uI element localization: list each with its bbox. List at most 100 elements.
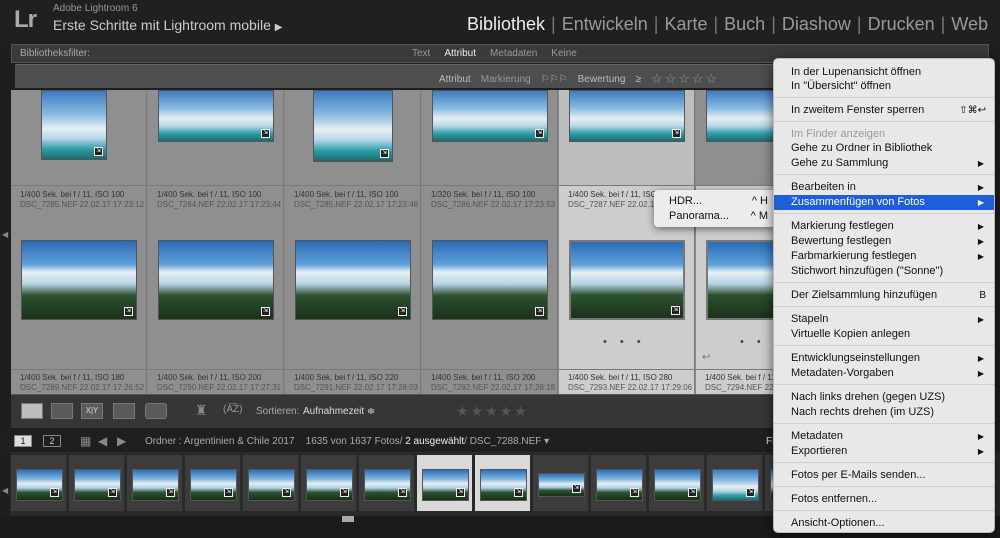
menu-item-exportieren[interactable]: Exportieren ▶: [774, 444, 994, 459]
photo-thumbnail[interactable]: ⇲: [569, 240, 685, 320]
module-bibliothek[interactable]: Bibliothek: [461, 14, 551, 35]
loupe-view-button[interactable]: [51, 403, 73, 419]
forward-arrow-icon[interactable]: ▶: [117, 434, 126, 448]
second-window-button[interactable]: 2: [43, 435, 61, 447]
people-view-button[interactable]: [145, 403, 167, 419]
menu-item-panorama[interactable]: Panorama... ^ M: [654, 209, 778, 223]
menu-item-stapeln[interactable]: Stapeln ▶: [774, 312, 994, 327]
grid-cell[interactable]: 1/400 Sek. bei f / 11, ISO 200DSC_7294.N…: [696, 370, 780, 394]
rating-stars[interactable]: ☆☆☆☆☆: [651, 71, 719, 87]
menu-item-metadaten[interactable]: Metadaten ▶: [774, 429, 994, 444]
sort-select[interactable]: Aufnahmezeit ≑: [303, 406, 375, 417]
filmstrip-thumbnail[interactable]: ⇲: [190, 469, 237, 501]
grid-cell[interactable]: 1/320 Sek. bei f / 11, ISO 100 DSC_7286.N…: [422, 186, 558, 370]
survey-view-button[interactable]: [113, 403, 135, 419]
filmstrip-thumbnail[interactable]: ⇲: [596, 469, 643, 501]
filmstrip-thumbnail[interactable]: ⇲: [480, 469, 527, 501]
menu-item-markierung-festlegen[interactable]: Markierung festlegen ▶: [774, 219, 994, 234]
filmstrip-cell[interactable]: ⇲: [706, 454, 763, 512]
filmstrip-thumbnail[interactable]: ⇲: [538, 473, 585, 497]
sort-direction-icon[interactable]: (A͞Z): [223, 404, 242, 415]
grid-cell[interactable]: ⇲: [11, 90, 147, 186]
menu-item-in-zweitem-fenster-sperren[interactable]: In zweitem Fenster sperren ⇧⌘↩: [774, 103, 994, 118]
menu-item-metadaten-vorgaben[interactable]: Metadaten-Vorgaben ▶: [774, 366, 994, 381]
menu-item-nach-rechts-drehen-im-uzs[interactable]: Nach rechts drehen (im UZS): [774, 405, 994, 420]
filmstrip-cell[interactable]: ⇲: [184, 454, 241, 512]
filmstrip-thumbnail[interactable]: ⇲: [712, 469, 759, 501]
grid-view-button[interactable]: [21, 403, 43, 419]
menu-item-zusammenfügen-von-fotos[interactable]: Zusammenfügen von Fotos ▶: [774, 195, 994, 210]
photo-thumbnail[interactable]: ⇲: [158, 90, 274, 142]
module-web[interactable]: Web: [945, 14, 994, 35]
filmstrip-cell[interactable]: ⇲: [648, 454, 705, 512]
main-window-button[interactable]: 1: [14, 435, 32, 447]
grid-cell[interactable]: 1/400 Sek. bei f / 11, ISO 100 DSC_7284.N…: [148, 186, 284, 370]
grid-cell[interactable]: 1/400 Sek. bei f / 11, ISO 220 DSC_7291.N…: [285, 370, 421, 394]
filmstrip-thumbnail[interactable]: ⇲: [364, 469, 411, 501]
menu-item-hdr[interactable]: HDR... ^ H: [654, 194, 778, 208]
filmstrip-thumbnail[interactable]: ⇲: [654, 469, 701, 501]
flag-icon[interactable]: ⚐⚐⚐: [541, 74, 568, 85]
grid-cell[interactable]: ⇲: [422, 90, 558, 186]
photo-thumbnail[interactable]: ⇲: [432, 90, 548, 142]
grid-cell[interactable]: ⇲: [148, 90, 284, 186]
grid-cell[interactable]: ⇲: [285, 90, 421, 186]
menu-item-in-übersicht-öffnen[interactable]: In "Übersicht" öffnen: [774, 79, 994, 94]
menu-item-farbmarkierung-festlegen[interactable]: Farbmarkierung festlegen ▶: [774, 249, 994, 264]
menu-item-virtuelle-kopien-anlegen[interactable]: Virtuelle Kopien anlegen: [774, 327, 994, 342]
grid-cell[interactable]: ⇲: [559, 90, 695, 186]
grid-cell[interactable]: ⇲: [696, 90, 780, 186]
menu-item-bearbeiten-in[interactable]: Bearbeiten in ▶: [774, 180, 994, 195]
module-karte[interactable]: Karte: [658, 14, 713, 35]
filter-tab-attribut[interactable]: Attribut: [444, 48, 476, 59]
flag-icon[interactable]: ↩: [702, 352, 710, 363]
menu-item-ansicht-optionen[interactable]: Ansicht-Optionen...: [774, 516, 994, 531]
grid-cell[interactable]: 1/400 Sek. bei f / 11, ISO 280 DSC_7293.N…: [559, 370, 695, 394]
filter-tab-text[interactable]: Text: [412, 48, 430, 59]
photo-thumbnail[interactable]: ⇲: [295, 240, 411, 320]
photo-thumbnail[interactable]: ⇲: [158, 240, 274, 320]
catalog-title[interactable]: Erste Schritte mit Lightroom mobile ▶: [53, 17, 282, 33]
grid-cell[interactable]: 1/400 Sek. bei f / 11, ISO 200 DSC_7290.N…: [148, 370, 284, 394]
filmstrip-toggle-icon[interactable]: ◀: [2, 486, 8, 495]
module-entwickeln[interactable]: Entwickeln: [556, 14, 654, 35]
spray-can-icon[interactable]: ♜: [195, 402, 208, 419]
menu-item-gehe-zu-sammlung[interactable]: Gehe zu Sammlung ▶: [774, 156, 994, 171]
filmstrip-cell[interactable]: ⇲: [10, 454, 67, 512]
menu-item-der-zielsammlung-hinzufügen[interactable]: Der Zielsammlung hinzufügen B: [774, 288, 994, 303]
filmstrip-cell[interactable]: ⇲: [68, 454, 125, 512]
filmstrip-thumbnail[interactable]: ⇲: [248, 469, 295, 501]
filmstrip-thumbnail[interactable]: ⇲: [16, 469, 63, 501]
menu-item-nach-links-drehen-gegen-uzs[interactable]: Nach links drehen (gegen UZS): [774, 390, 994, 405]
filmstrip-cell[interactable]: ⇲: [416, 454, 473, 512]
grid-cell[interactable]: 1/400 Sek. bei f / 11, ISO 100 DSC_7285.N…: [285, 186, 421, 370]
filmstrip-thumbnail[interactable]: ⇲: [74, 469, 121, 501]
menu-item-in-der-lupenansicht-öffnen[interactable]: In der Lupenansicht öffnen: [774, 65, 994, 80]
filmstrip-cell[interactable]: ⇲: [532, 454, 589, 512]
scrollbar-thumb[interactable]: [342, 516, 354, 522]
menu-item-stichwort-hinzufügen-sonne[interactable]: Stichwort hinzufügen ("Sonne"): [774, 264, 994, 279]
source-breadcrumb[interactable]: Ordner : Argentinien & Chile 2017 1635 v…: [145, 436, 549, 447]
photo-thumbnail[interactable]: ⇲: [569, 90, 685, 142]
menu-item-bewertung-festlegen[interactable]: Bewertung festlegen ▶: [774, 234, 994, 249]
back-arrow-icon[interactable]: ◀: [98, 434, 107, 448]
filmstrip-cell[interactable]: ⇲: [126, 454, 183, 512]
filter-tab-metadaten[interactable]: Metadaten: [490, 48, 537, 59]
photo-thumbnail[interactable]: ⇲: [706, 90, 780, 142]
photo-thumbnail[interactable]: ⇲: [706, 240, 780, 320]
grid-cell[interactable]: 1/400 Sek. bei f / 11, ISO 200 DSC_7292.N…: [422, 370, 558, 394]
filmstrip-thumbnail[interactable]: ⇲: [306, 469, 353, 501]
photo-thumbnail[interactable]: ⇲: [21, 240, 137, 320]
grid-cell[interactable]: 1/400 Sek. bei f / 11, ISO 100 DSC_7285.N…: [11, 186, 147, 370]
module-buch[interactable]: Buch: [718, 14, 771, 35]
filmstrip-cell[interactable]: ⇲: [358, 454, 415, 512]
module-drucken[interactable]: Drucken: [862, 14, 941, 35]
menu-item-gehe-zu-ordner-in-bibliothek[interactable]: Gehe zu Ordner in Bibliothek: [774, 141, 994, 156]
grid-icon[interactable]: ▦: [80, 434, 91, 448]
module-diashow[interactable]: Diashow: [776, 14, 857, 35]
compare-view-button[interactable]: X|Y: [81, 403, 103, 419]
filmstrip-cell[interactable]: ⇲: [474, 454, 531, 512]
filmstrip-cell[interactable]: ⇲: [590, 454, 647, 512]
filmstrip-thumbnail[interactable]: ⇲: [132, 469, 179, 501]
menu-item-entwicklungseinstellungen[interactable]: Entwicklungseinstellungen ▶: [774, 351, 994, 366]
